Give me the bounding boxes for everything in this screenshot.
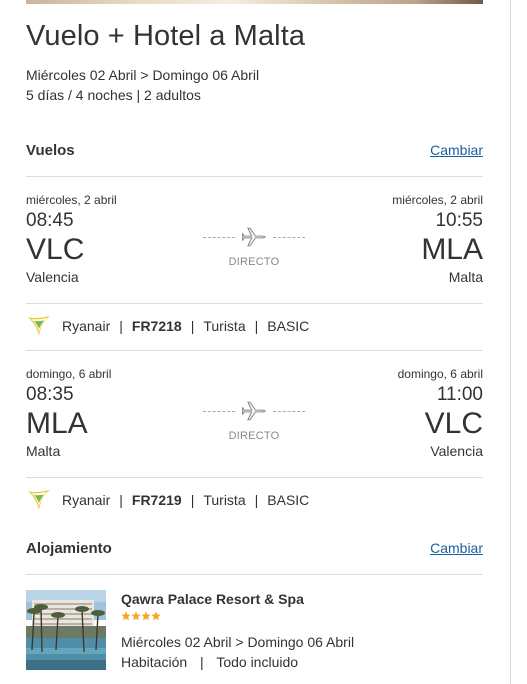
separator: | (190, 318, 195, 334)
divider (26, 477, 483, 478)
departure-airport-code: VLC (26, 233, 85, 266)
trip-summary-panel: Vuelo + Hotel a Malta Miércoles 02 Abril… (0, 0, 510, 684)
airline-info-row: Ryanair | FR7218 | Turista | BASIC (26, 313, 309, 339)
separator: | (119, 492, 123, 508)
departure-time: 08:45 (26, 210, 74, 231)
fare-type: BASIC (267, 318, 310, 334)
separator: | (254, 318, 259, 334)
airline-name: Ryanair (62, 492, 111, 508)
cabin-class: Turista (203, 318, 246, 334)
arrival-city: Malta (448, 269, 483, 285)
departure-city: Malta (26, 443, 61, 459)
change-flights-link[interactable]: Cambiar (430, 142, 483, 158)
airline-name: Ryanair (62, 318, 111, 334)
divider (26, 574, 483, 575)
separator: | (119, 318, 123, 334)
direct-label: DIRECTO (228, 256, 280, 268)
departure-airport-code: MLA (26, 407, 88, 440)
star-icon (151, 611, 161, 621)
divider (26, 176, 483, 177)
departure-date: miércoles, 2 abril (26, 193, 117, 207)
change-accommodation-link[interactable]: Cambiar (430, 540, 483, 556)
separator: | (190, 492, 195, 508)
ryanair-logo (28, 490, 50, 510)
departure-city: Valencia (26, 269, 79, 285)
star-icon (131, 611, 141, 621)
arrival-time: 11:00 (436, 384, 483, 405)
hotel-name[interactable]: Qawra Palace Resort & Spa (121, 591, 304, 607)
divider (26, 303, 483, 304)
ryanair-logo (28, 316, 50, 336)
arrival-airport-code: VLC (424, 407, 483, 440)
hotel-stay-dates: Miércoles 02 Abril > Domingo 06 Abril (121, 634, 355, 650)
arrival-date: domingo, 6 abril (397, 367, 483, 381)
flight-number: FR7218 (131, 318, 182, 334)
direct-label: DIRECTO (228, 430, 280, 442)
trip-dates: Miércoles 02 Abril > Domingo 06 Abril (26, 67, 260, 83)
hotel-hero-image-strip (26, 0, 483, 4)
flights-section-title: Vuelos (26, 142, 75, 159)
arrival-date: miércoles, 2 abril (392, 193, 483, 207)
star-icon (121, 611, 131, 621)
room-type: Habitación (121, 654, 188, 670)
hotel-thumbnail[interactable] (26, 590, 106, 670)
separator: | (200, 654, 204, 670)
departure-time: 08:35 (26, 384, 74, 405)
airline-info-row: Ryanair | FR7219 | Turista | BASIC (26, 487, 309, 513)
airplane-icon (242, 401, 266, 421)
departure-date: domingo, 6 abril (26, 367, 112, 381)
board-type: Todo incluido (216, 654, 299, 670)
star-icon (141, 611, 151, 621)
page-title: Vuelo + Hotel a Malta (26, 20, 306, 52)
hotel-star-rating (121, 611, 161, 621)
arrival-time: 10:55 (435, 210, 483, 231)
airplane-icon (242, 227, 266, 247)
accommodation-section-title: Alojamiento (26, 540, 112, 557)
separator: | (254, 492, 259, 508)
page-gutter (511, 0, 527, 684)
hotel-room-info: Habitación | Todo incluido (121, 654, 298, 670)
trip-summary: 5 días / 4 noches | 2 adultos (26, 87, 201, 103)
divider (26, 350, 483, 351)
arrival-city: Valencia (430, 443, 483, 459)
flight-number: FR7219 (131, 492, 182, 508)
fare-type: BASIC (267, 492, 310, 508)
arrival-airport-code: MLA (421, 233, 483, 266)
cabin-class: Turista (203, 492, 246, 508)
